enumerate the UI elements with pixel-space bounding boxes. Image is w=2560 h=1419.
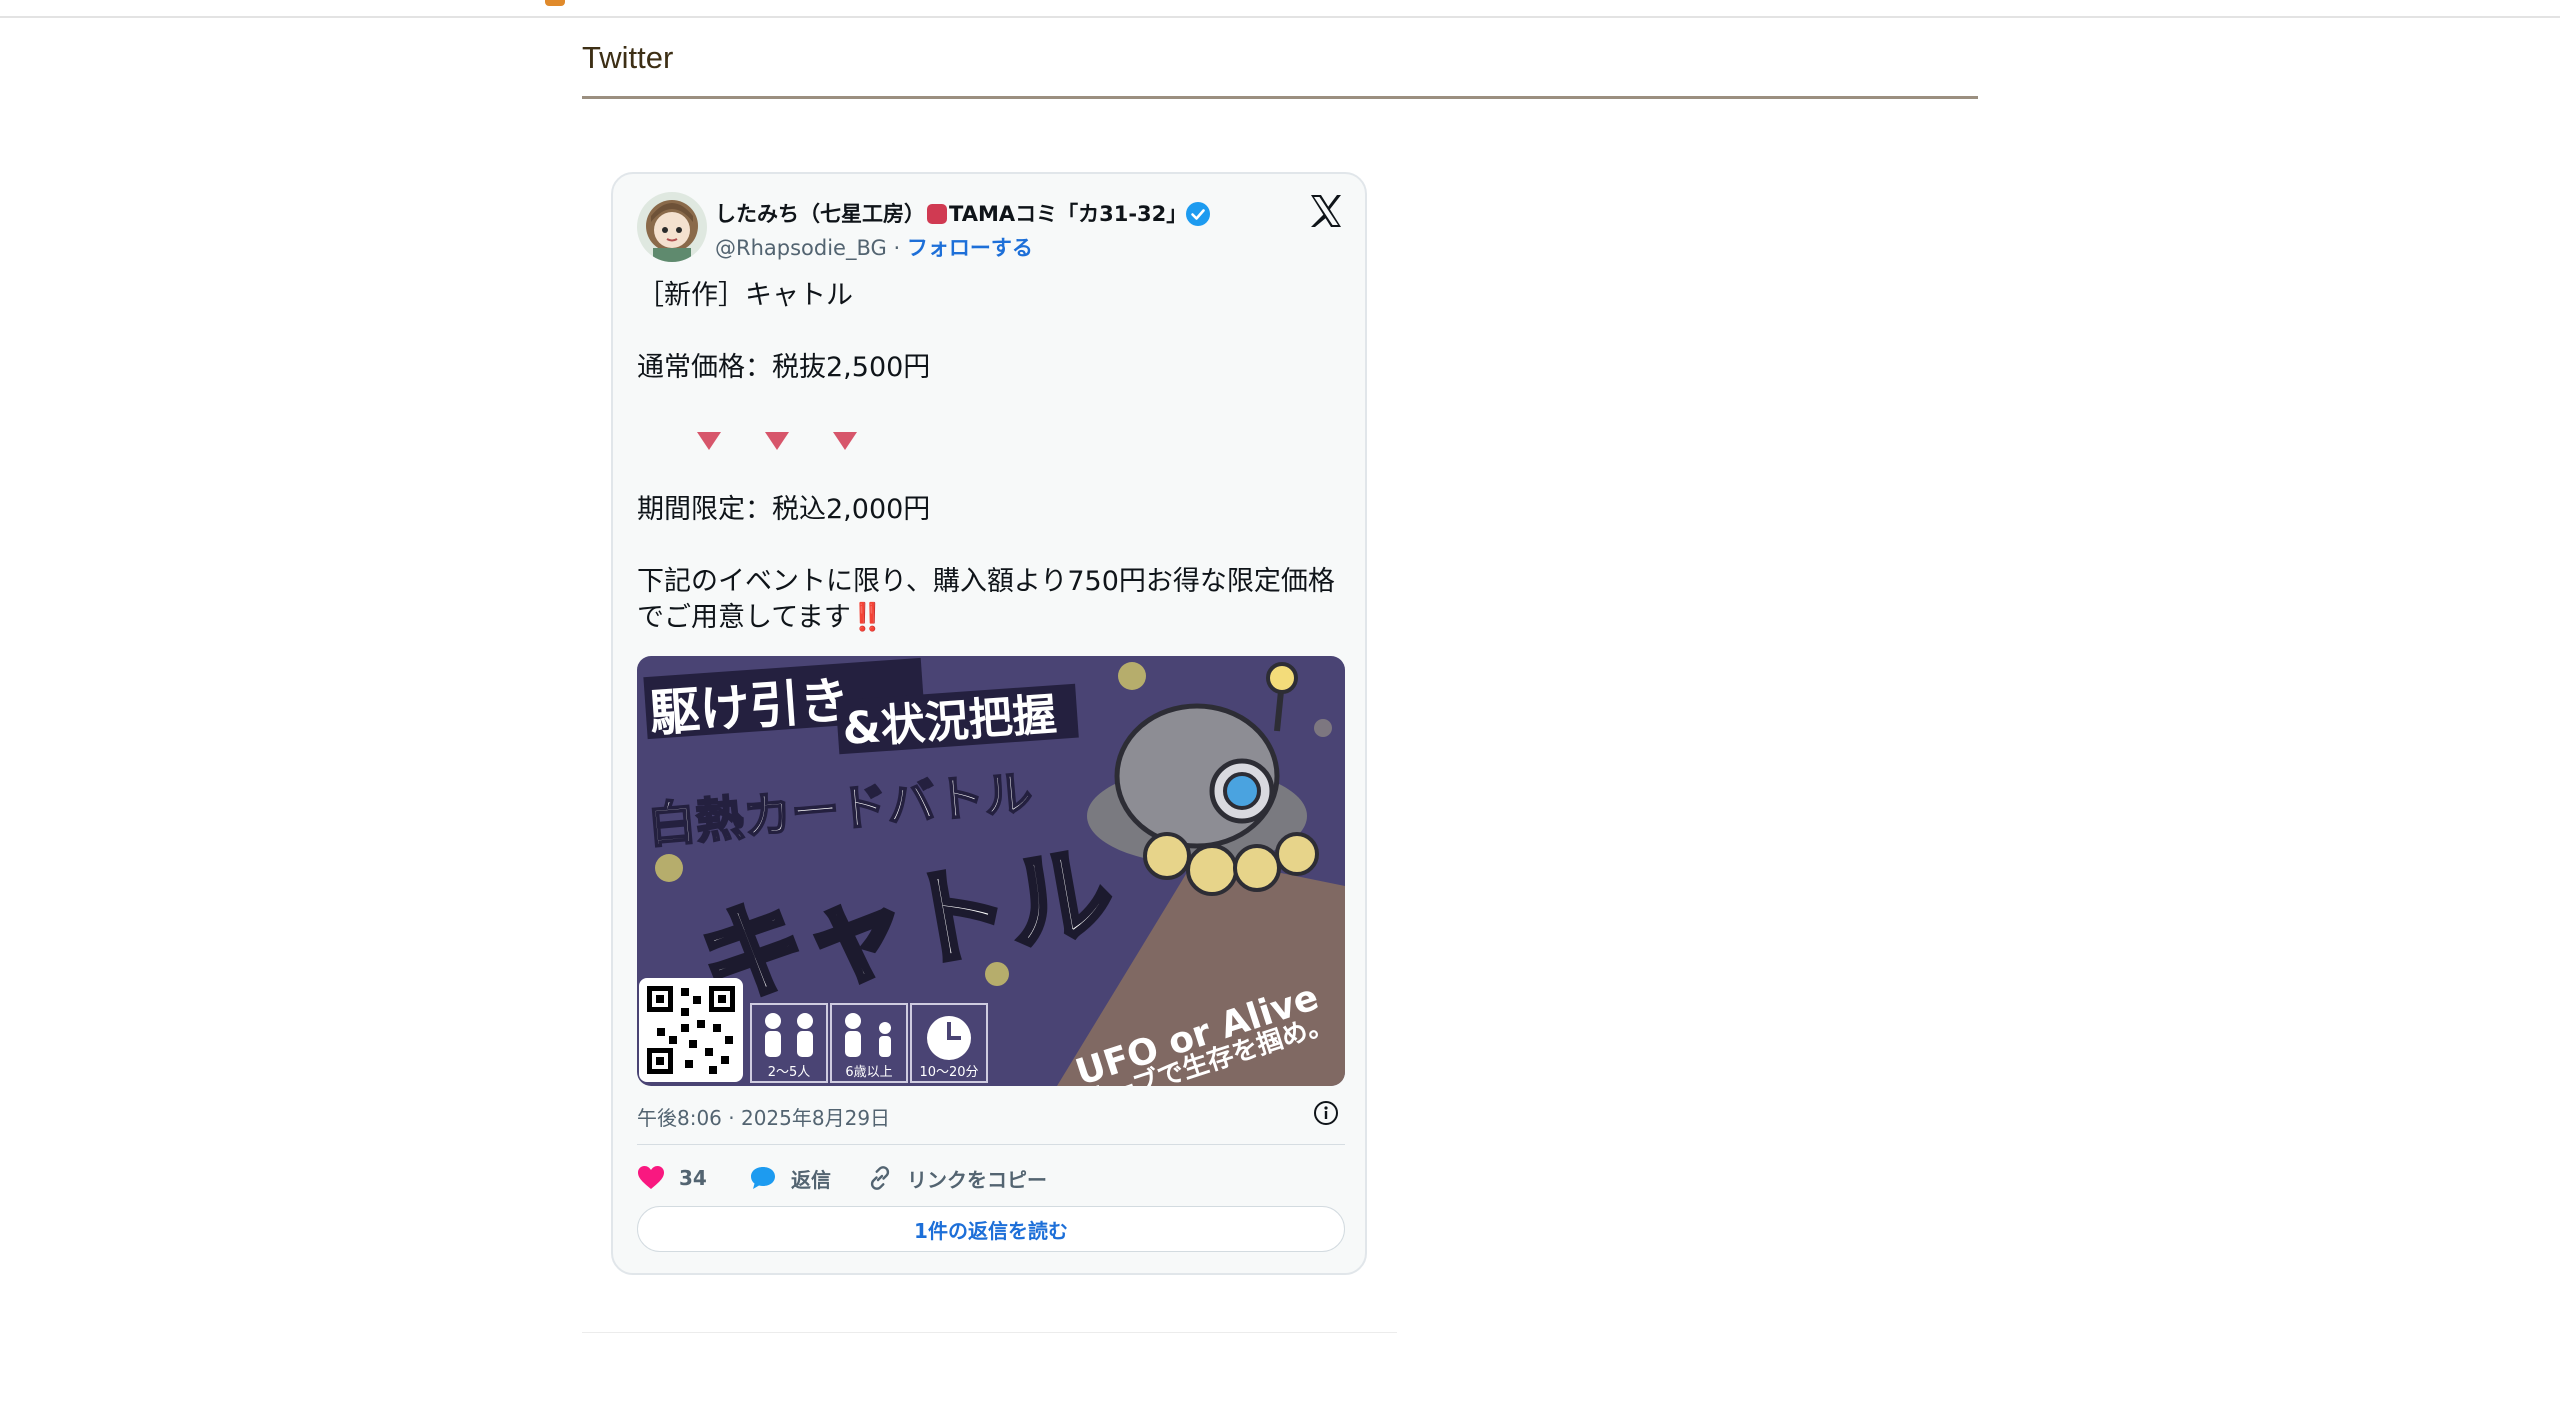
copy-link-button[interactable]: リンクをコピー — [867, 1162, 1047, 1194]
event-name-text: TAMAコミ「カ31-32」 — [949, 202, 1188, 226]
like-count: 34 — [679, 1166, 707, 1190]
players-badge: 2〜5人 — [750, 1003, 828, 1083]
link-icon — [870, 1166, 890, 1190]
tweet-image[interactable]: 駆け引き &状況把握 白熱カードバトル キャトル UFO or Alive オー… — [637, 656, 1345, 1086]
display-name[interactable]: したみち（七星工房） TAMAコミ「カ31-32」 — [715, 198, 1187, 228]
reply-bubble-icon — [751, 1167, 775, 1189]
verified-badge-icon — [1186, 202, 1210, 226]
tweet-text-line4: 下記のイベントに限り、購入額より750円お得な限定価格 — [637, 566, 1335, 597]
copy-link-label: リンクをコピー — [907, 1167, 1047, 1192]
tweet-timestamp[interactable]: 午後8:06 · 2025年8月29日 — [637, 1102, 890, 1131]
tweet-text-line5: でご用意してます‼️ — [637, 600, 1347, 636]
dice-icon — [927, 204, 947, 224]
age-badge: 6歳以上 — [830, 1003, 908, 1083]
heart-icon — [638, 1166, 664, 1189]
info-icon[interactable] — [1313, 1100, 1339, 1126]
section-title: Twitter — [582, 40, 674, 75]
bottom-divider — [582, 1332, 1397, 1333]
age-text: 6歳以上 — [845, 1065, 892, 1080]
embedded-tweet[interactable]: したみち（七星工房） TAMAコミ「カ31-32」 @Rhapsodie_BG ·… — [611, 172, 1367, 1275]
down-triangle-icon — [765, 432, 789, 450]
time-text: 10〜20分 — [919, 1065, 978, 1080]
reply-label: 返信 — [791, 1167, 831, 1192]
handle-row: @Rhapsodie_BG · フォローする — [715, 232, 1033, 262]
down-triangle-icon — [833, 432, 857, 450]
avatar[interactable] — [637, 192, 707, 262]
display-name-text: したみち（七星工房） — [715, 202, 925, 226]
x-logo-icon[interactable] — [1307, 192, 1345, 230]
tweet-text-line1: ［新作］キャトル — [637, 280, 853, 311]
players-text: 2〜5人 — [768, 1065, 811, 1080]
site-logo[interactable] — [545, 0, 569, 6]
actions-divider — [637, 1144, 1345, 1145]
time-badge: 10〜20分 — [910, 1003, 988, 1083]
down-triangle-icon — [697, 432, 721, 450]
top-bar — [0, 0, 2560, 18]
like-button[interactable]: 34 — [637, 1162, 707, 1194]
read-replies-button[interactable]: 1件の返信を読む — [637, 1206, 1345, 1252]
tweet-text-line2: 通常価格：税抜2,500円 — [637, 352, 931, 383]
user-handle[interactable]: @Rhapsodie_BG — [715, 236, 887, 260]
separator-dot: · — [893, 236, 901, 260]
qr-code — [639, 978, 743, 1082]
follow-button[interactable]: フォローする — [907, 236, 1033, 260]
reply-button[interactable]: 返信 — [749, 1162, 831, 1194]
tweet-text-line5-text: でご用意してます — [637, 602, 851, 633]
double-exclamation-emoji: ‼️ — [850, 602, 885, 633]
section-divider — [582, 96, 1978, 99]
tweet-text-line3: 期間限定：税込2,000円 — [637, 494, 931, 525]
